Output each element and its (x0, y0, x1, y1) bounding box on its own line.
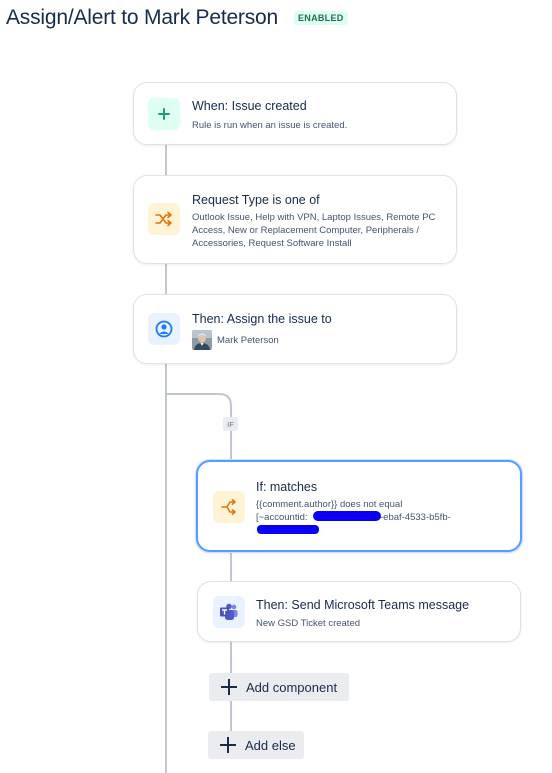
teams-action-card[interactable]: Then: Send Microsoft Teams message New G… (197, 581, 521, 642)
trigger-description: Rule is run when an issue is created. (192, 120, 348, 131)
branch-icon (221, 499, 236, 515)
branch-connector-3 (230, 642, 232, 673)
add-component-button[interactable]: Add component (209, 673, 349, 701)
assignee-name: Mark Peterson (217, 335, 279, 346)
if-branch-badge: IF (223, 417, 238, 431)
add-else-label: Add else (245, 737, 296, 753)
if-condition-card[interactable]: If: matches {{comment.author}} does not … (196, 460, 522, 552)
if-icon-tile (213, 491, 245, 523)
if-expression-line2-prefix: [~accountid: (256, 512, 308, 523)
assignee-avatar (192, 330, 212, 350)
redaction-mark (257, 525, 319, 534)
add-component-label: Add component (246, 679, 338, 695)
teams-icon-tile (213, 596, 245, 628)
plus-icon (158, 108, 170, 120)
user-circle-icon (155, 320, 173, 338)
if-title: If: matches (256, 480, 318, 494)
action-icon-tile (148, 313, 180, 345)
condition-title: Request Type is one of (192, 193, 320, 207)
condition-description: Outlook Issue, Help with VPN, Laptop Iss… (192, 212, 436, 249)
teams-description: New GSD Ticket created (256, 618, 361, 629)
branch-connector-2 (230, 552, 232, 581)
rule-title: Assign/Alert to Mark Peterson (6, 6, 278, 29)
add-else-button[interactable]: Add else (208, 731, 304, 759)
plus-icon (221, 679, 237, 695)
teams-icon (220, 603, 238, 620)
status-badge: ENABLED (293, 11, 348, 25)
assign-action-card[interactable]: Then: Assign the issue to Mark Peterson (133, 294, 457, 364)
condition-card[interactable]: Request Type is one of Outlook Issue, He… (133, 175, 457, 264)
teams-title: Then: Send Microsoft Teams message (256, 598, 470, 612)
trigger-icon-tile (148, 98, 180, 130)
header: Assign/Alert to Mark Peterson ENABLED (6, 4, 348, 32)
condition-icon-tile (148, 203, 180, 235)
plus-icon (220, 737, 236, 753)
main-connector-2 (165, 264, 167, 294)
assign-title: Then: Assign the issue to (192, 312, 332, 326)
trigger-title: When: Issue created (192, 99, 307, 113)
trigger-card[interactable]: When: Issue created Rule is run when an … (133, 82, 457, 145)
if-expression-line1: {{comment.author}} does not equal (256, 499, 403, 510)
if-expression-line2-suffix: -ebaf-4533-b5fb- (380, 512, 451, 523)
branch-connector-4 (230, 701, 232, 731)
main-connector-1 (165, 145, 167, 175)
shuffle-icon (155, 211, 172, 227)
redaction-mark (313, 511, 381, 521)
